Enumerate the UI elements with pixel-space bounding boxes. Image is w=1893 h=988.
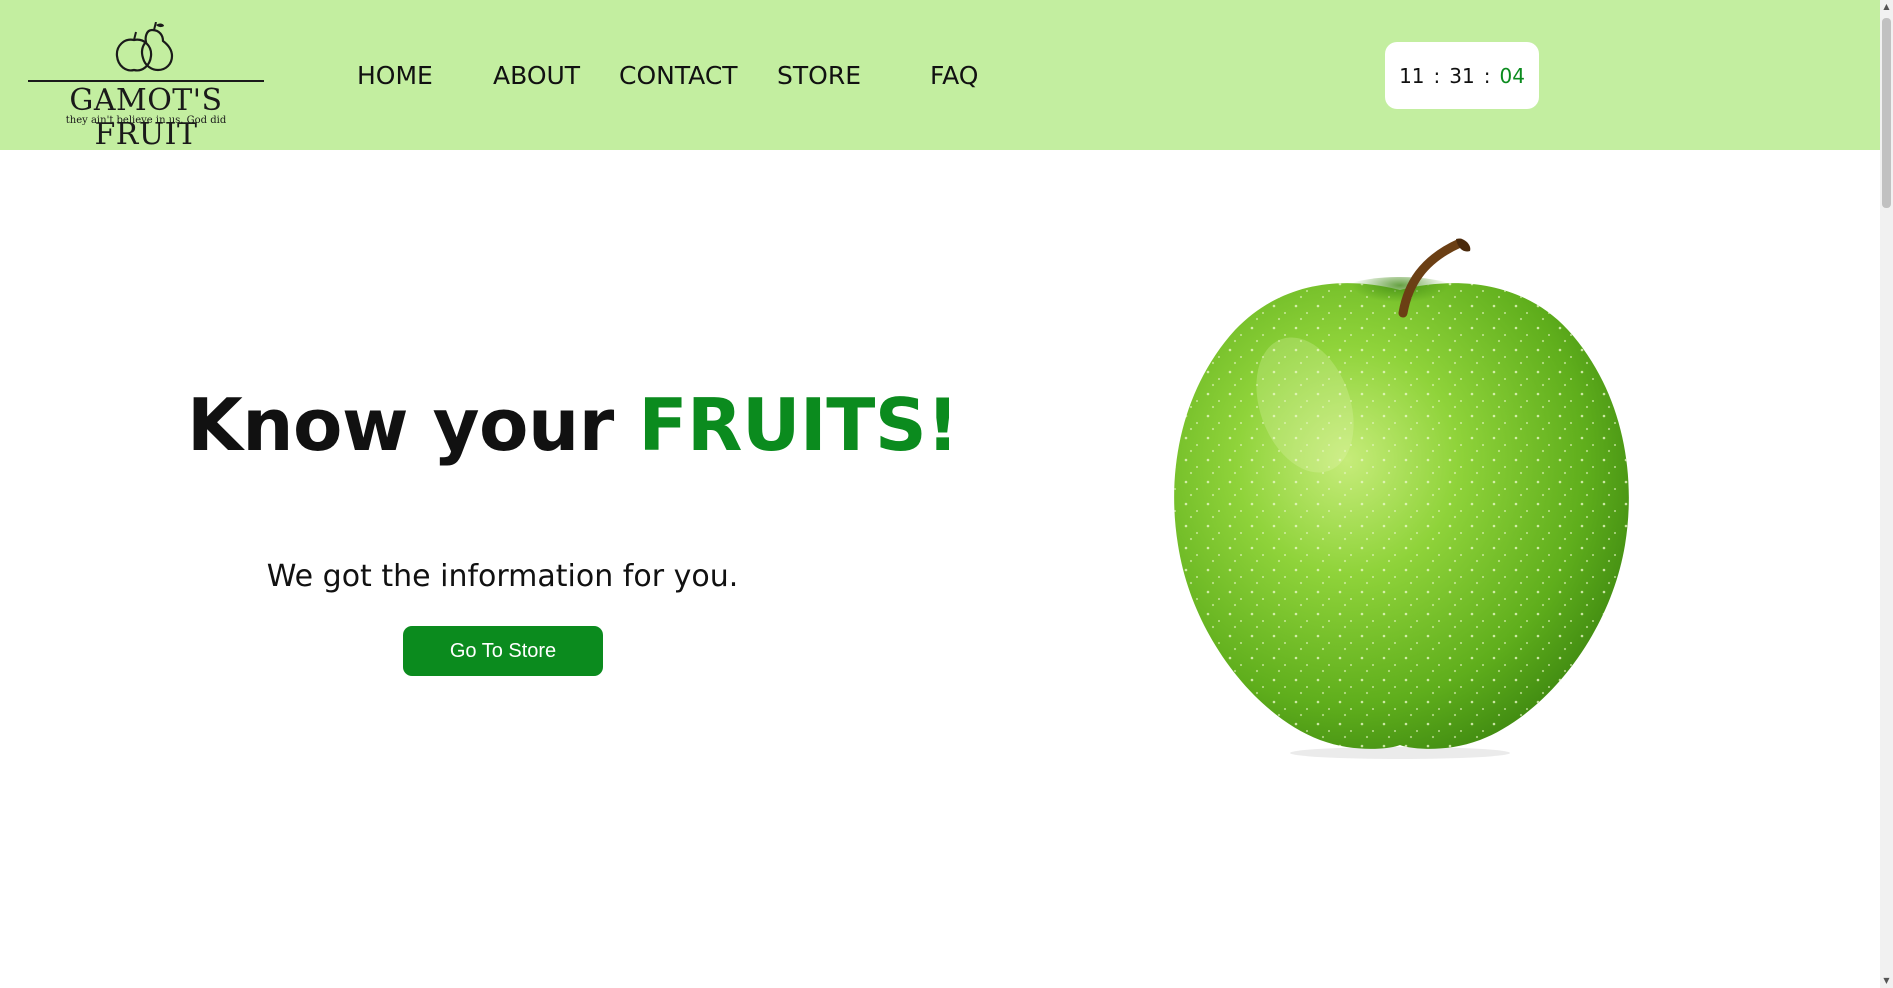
hero-title-prefix: Know your <box>187 383 614 467</box>
pear-and-apple-outline-icon <box>115 22 174 72</box>
scroll-down-icon[interactable]: ▼ <box>1880 974 1893 988</box>
scrollbar-thumb[interactable] <box>1882 18 1891 208</box>
nav-contact[interactable]: CONTACT <box>619 60 738 92</box>
clock-widget: 11 : 31 : 04 <box>1385 42 1539 109</box>
hero-title: Know your FRUITS! <box>187 380 959 470</box>
clock-minutes: 31 <box>1449 63 1475 88</box>
hero-subtitle: We got the information for you. <box>266 559 739 594</box>
hero-title-accent: FRUITS! <box>638 383 959 467</box>
go-to-store-button[interactable]: Go To Store <box>403 626 603 676</box>
clock-seconds: 04 <box>1499 63 1525 88</box>
nav-faq[interactable]: FAQ <box>930 60 978 92</box>
green-apple-image <box>1174 238 1629 759</box>
page-scrollbar[interactable]: ▲ ▼ <box>1880 0 1893 988</box>
logo-divider <box>28 80 264 82</box>
brand-logo[interactable]: GAMOT'S FRUIT they ain't believe in us. … <box>26 22 266 152</box>
clock-hours: 11 <box>1399 63 1425 88</box>
nav-about[interactable]: ABOUT <box>493 60 580 92</box>
clock-separator: : <box>1483 63 1491 88</box>
nav-store[interactable]: STORE <box>777 60 861 92</box>
brand-tagline: they ain't believe in us. God did <box>65 115 227 126</box>
scroll-up-icon[interactable]: ▲ <box>1880 0 1893 14</box>
site-header: GAMOT'S FRUIT they ain't believe in us. … <box>0 0 1880 152</box>
clock-separator: : <box>1433 63 1441 88</box>
nav-home[interactable]: HOME <box>357 60 433 92</box>
